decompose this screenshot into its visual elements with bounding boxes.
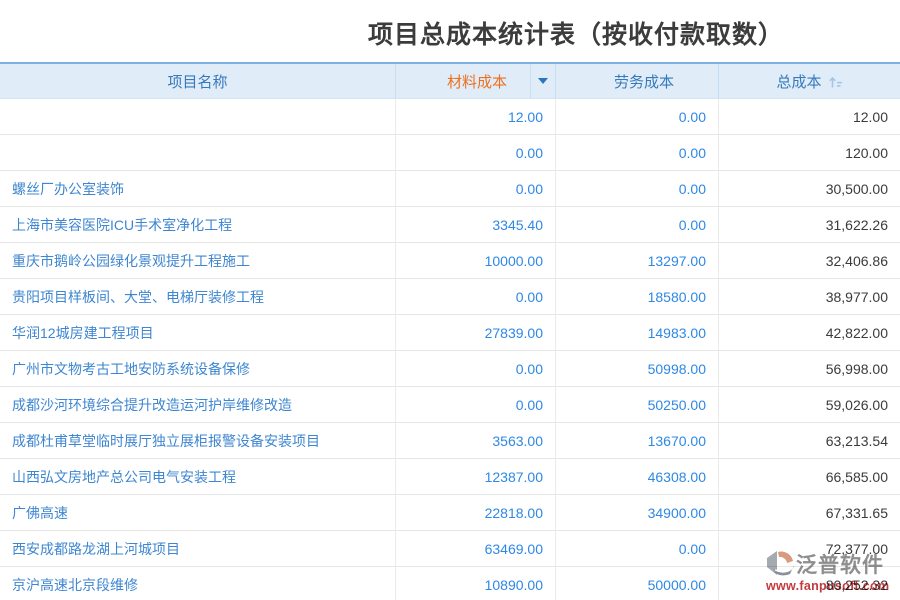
column-header-total-cost[interactable]: 总成本 (718, 64, 900, 98)
material-cost-cell: 0.00 (395, 135, 555, 170)
project-name-cell[interactable]: 山西弘文房地产总公司电气安装工程 (0, 459, 395, 494)
labor-cost-cell: 50250.00 (555, 387, 718, 422)
material-cost-cell: 3563.00 (395, 423, 555, 458)
total-cost-cell: 120.00 (718, 135, 900, 170)
table-row[interactable]: 广州市文物考古工地安防系统设备保修 0.00 50998.00 56,998.0… (0, 351, 900, 387)
material-cost-cell: 63469.00 (395, 531, 555, 566)
project-name-cell[interactable]: 京沪高速北京段维修 (0, 567, 395, 600)
total-cost-cell: 30,500.00 (718, 171, 900, 206)
labor-cost-cell: 46308.00 (555, 459, 718, 494)
table-row[interactable]: 华润12城房建工程项目 27839.00 14983.00 42,822.00 (0, 315, 900, 351)
column-header-label: 材料成本 (396, 71, 530, 92)
material-cost-cell: 0.00 (395, 387, 555, 422)
material-cost-cell: 22818.00 (395, 495, 555, 530)
labor-cost-cell: 50000.00 (555, 567, 718, 600)
table-row[interactable]: 螺丝厂办公室装饰 0.00 0.00 30,500.00 (0, 171, 900, 207)
table-row[interactable]: 贵阳项目样板间、大堂、电梯厅装修工程 0.00 18580.00 38,977.… (0, 279, 900, 315)
labor-cost-cell: 13670.00 (555, 423, 718, 458)
labor-cost-cell: 18580.00 (555, 279, 718, 314)
total-cost-cell: 63,213.54 (718, 423, 900, 458)
page: 项目总成本统计表（按收付款取数） 项目名称 材料成本 劳务成本 总成本 (0, 0, 900, 600)
table-row[interactable]: 广佛高速 22818.00 34900.00 67,331.65 (0, 495, 900, 531)
project-name-cell[interactable]: 上海市美容医院ICU手术室净化工程 (0, 207, 395, 242)
column-header-labor-cost[interactable]: 劳务成本 (555, 64, 718, 98)
labor-cost-cell: 50998.00 (555, 351, 718, 386)
page-title: 项目总成本统计表（按收付款取数） (368, 15, 784, 51)
caret-down-icon (538, 78, 548, 84)
table-row[interactable]: 成都沙河环境综合提升改造运河护岸维修改造 0.00 50250.00 59,02… (0, 387, 900, 423)
total-cost-cell: 59,026.00 (718, 387, 900, 422)
labor-cost-cell: 0.00 (555, 171, 718, 206)
material-cost-cell: 12387.00 (395, 459, 555, 494)
project-name-cell[interactable]: 贵阳项目样板间、大堂、电梯厅装修工程 (0, 279, 395, 314)
table-row[interactable]: 西安成都路龙湖上河城项目 63469.00 0.00 72,377.00 (0, 531, 900, 567)
material-cost-cell: 27839.00 (395, 315, 555, 350)
material-cost-cell: 10000.00 (395, 243, 555, 278)
material-cost-cell: 10890.00 (395, 567, 555, 600)
labor-cost-cell: 14983.00 (555, 315, 718, 350)
labor-cost-cell: 0.00 (555, 531, 718, 566)
column-header-project-name[interactable]: 项目名称 (0, 64, 395, 98)
material-cost-cell: 0.00 (395, 351, 555, 386)
table-row[interactable]: 重庆市鹅岭公园绿化景观提升工程施工 10000.00 13297.00 32,4… (0, 243, 900, 279)
column-header-label: 总成本 (776, 71, 821, 92)
total-cost-cell: 42,822.00 (718, 315, 900, 350)
project-name-cell[interactable] (0, 99, 395, 134)
project-name-cell[interactable]: 成都沙河环境综合提升改造运河护岸维修改造 (0, 387, 395, 422)
material-cost-filter-dropdown[interactable] (530, 64, 555, 98)
column-header-label: 劳务成本 (600, 71, 674, 92)
project-name-cell[interactable]: 重庆市鹅岭公园绿化景观提升工程施工 (0, 243, 395, 278)
table-body: 12.00 0.00 12.00 0.00 0.00 120.00 螺丝厂办公室… (0, 99, 900, 600)
material-cost-cell: 12.00 (395, 99, 555, 134)
table-row[interactable]: 0.00 0.00 120.00 (0, 135, 900, 171)
labor-cost-cell: 34900.00 (555, 495, 718, 530)
material-cost-cell: 0.00 (395, 279, 555, 314)
material-cost-cell: 0.00 (395, 171, 555, 206)
project-name-cell[interactable] (0, 135, 395, 170)
project-name-cell[interactable]: 广佛高速 (0, 495, 395, 530)
material-cost-cell: 3345.40 (395, 207, 555, 242)
total-cost-cell: 72,377.00 (718, 531, 900, 566)
project-name-cell[interactable]: 广州市文物考古工地安防系统设备保修 (0, 351, 395, 386)
table-header: 项目名称 材料成本 劳务成本 总成本 (0, 62, 900, 99)
labor-cost-cell: 13297.00 (555, 243, 718, 278)
table-row[interactable]: 京沪高速北京段维修 10890.00 50000.00 80,252.32 (0, 567, 900, 600)
total-cost-cell: 12.00 (718, 99, 900, 134)
project-name-cell[interactable]: 华润12城房建工程项目 (0, 315, 395, 350)
labor-cost-cell: 0.00 (555, 135, 718, 170)
table-row[interactable]: 成都杜甫草堂临时展厅独立展柜报警设备安装项目 3563.00 13670.00 … (0, 423, 900, 459)
table-row[interactable]: 上海市美容医院ICU手术室净化工程 3345.40 0.00 31,622.26 (0, 207, 900, 243)
project-name-cell[interactable]: 成都杜甫草堂临时展厅独立展柜报警设备安装项目 (0, 423, 395, 458)
table-row[interactable]: 12.00 0.00 12.00 (0, 99, 900, 135)
total-cost-cell: 80,252.32 (718, 567, 900, 600)
column-header-label: 项目名称 (167, 71, 227, 92)
total-cost-cell: 31,622.26 (718, 207, 900, 242)
project-name-cell[interactable]: 螺丝厂办公室装饰 (0, 171, 395, 206)
total-cost-cell: 56,998.00 (718, 351, 900, 386)
project-cost-table: 项目名称 材料成本 劳务成本 总成本 (0, 62, 900, 600)
sort-ascending-icon[interactable] (828, 75, 843, 90)
column-header-material-cost[interactable]: 材料成本 (395, 64, 555, 98)
total-cost-cell: 66,585.00 (718, 459, 900, 494)
total-cost-cell: 67,331.65 (718, 495, 900, 530)
table-row[interactable]: 山西弘文房地产总公司电气安装工程 12387.00 46308.00 66,58… (0, 459, 900, 495)
labor-cost-cell: 0.00 (555, 207, 718, 242)
total-cost-cell: 38,977.00 (718, 279, 900, 314)
total-cost-cell: 32,406.86 (718, 243, 900, 278)
project-name-cell[interactable]: 西安成都路龙湖上河城项目 (0, 531, 395, 566)
labor-cost-cell: 0.00 (555, 99, 718, 134)
